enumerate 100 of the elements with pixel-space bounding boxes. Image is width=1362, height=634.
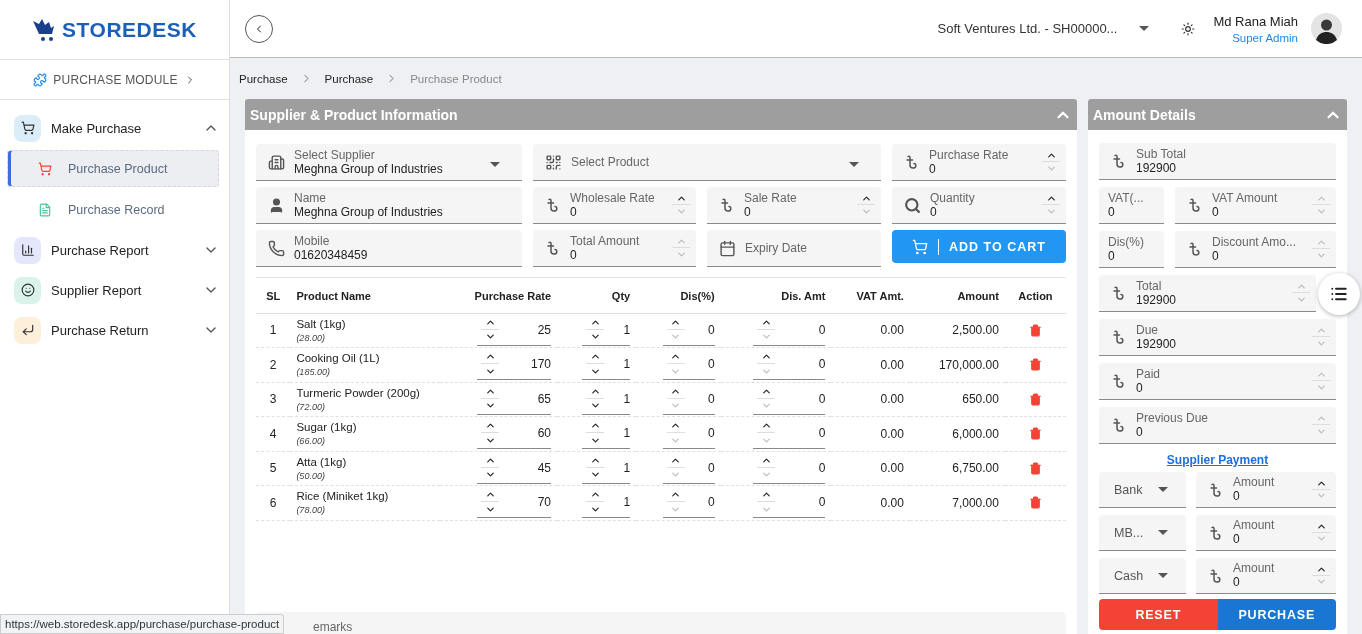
number-field[interactable]: 0 (753, 314, 826, 346)
number-field[interactable]: 25 (477, 314, 552, 346)
trash-icon[interactable] (1028, 392, 1042, 406)
product-name: Turmeric Powder (200g) (296, 386, 421, 399)
theme-toggle-icon[interactable] (1181, 21, 1196, 36)
table-cell: 6,000.00 (952, 426, 999, 441)
qr-code-icon (545, 153, 562, 171)
table-cell: 0.00 (880, 357, 904, 372)
input-field[interactable]: Amount 0 (1196, 472, 1336, 508)
panel-title: Amount Details (1093, 106, 1196, 123)
list-icon[interactable] (1330, 285, 1348, 303)
input-field[interactable]: Sale Rate 0 (707, 187, 881, 224)
select-field[interactable]: Select Product (533, 144, 881, 181)
supplier-payment-link[interactable]: Supplier Payment (1099, 453, 1336, 467)
module-switcher[interactable]: PURCHASE MODULE (0, 60, 229, 100)
product-name: Atta (1kg) (296, 455, 348, 468)
number-field[interactable]: 0 (662, 452, 715, 484)
field-label: Name (294, 191, 327, 205)
number-field[interactable]: 1 (582, 314, 631, 346)
avatar[interactable] (1311, 13, 1342, 44)
field-label: Discount Amo... (1212, 235, 1298, 249)
date-field[interactable]: Expiry Date (707, 230, 881, 267)
field-label: Due (1136, 323, 1159, 337)
cart-plus-icon (912, 238, 929, 255)
nav-item[interactable]: Purchase Return (7, 312, 219, 348)
number-field[interactable]: 0 (662, 349, 715, 381)
number-field[interactable]: 65 (477, 383, 552, 415)
reset-button[interactable]: RESET (1099, 599, 1218, 630)
payment-method-select[interactable]: Bank (1099, 472, 1186, 508)
column-header: Purchase Rate (440, 280, 558, 313)
input-field[interactable]: Wholesale Rate 0 (533, 187, 696, 224)
number-field[interactable]: 1 (582, 383, 631, 415)
taka-icon (1111, 285, 1127, 301)
number-field[interactable]: 0 (662, 314, 715, 346)
select-field[interactable]: Select Supplier Meghna Group of Industries (256, 144, 522, 181)
taka-icon (1208, 567, 1224, 584)
number-field[interactable]: 0 (753, 383, 826, 415)
back-button[interactable] (245, 14, 273, 43)
purchase-button[interactable]: PURCHASE (1217, 599, 1336, 630)
number-field[interactable]: 60 (477, 418, 552, 450)
field-label: Dis(%) (1108, 235, 1145, 249)
company-select[interactable]: Soft Ventures Ltd. - SH00000... (931, 20, 1156, 37)
trash-icon[interactable] (1028, 496, 1042, 510)
number-field[interactable]: 1 (582, 418, 631, 450)
breadcrumb-link[interactable]: Purchase (239, 72, 288, 85)
input-field[interactable]: Amount 0 (1196, 515, 1336, 551)
user-name: Md Rana Miah (1213, 13, 1298, 29)
taka-icon (1187, 241, 1203, 257)
table-cell: 6,750.00 (952, 461, 999, 476)
trash-icon[interactable] (1028, 461, 1042, 475)
trash-icon[interactable] (1028, 358, 1042, 372)
payment-method-select[interactable]: MB... (1099, 515, 1186, 551)
nav-item[interactable]: Make Purchase (7, 110, 219, 146)
nav-subitem[interactable]: Purchase Product (7, 150, 219, 187)
field-label: Amount (1233, 519, 1276, 532)
product-price: (72.00) (296, 401, 326, 412)
number-field[interactable]: 0 (662, 487, 715, 519)
input-field[interactable]: Name Meghna Group of Industries (256, 187, 522, 224)
column-header: Dis(%) (636, 280, 721, 313)
nav-item[interactable]: Purchase Report (7, 232, 219, 268)
return-arrow-icon (20, 323, 35, 337)
taka-icon (1111, 329, 1127, 345)
trash-icon[interactable] (1028, 427, 1042, 441)
nav-item[interactable]: Supplier Report (7, 272, 219, 308)
input-field[interactable]: Sub Total 192900 (1099, 143, 1336, 180)
phone-icon (268, 239, 285, 257)
column-header: Qty (557, 280, 637, 313)
field-label: Sale Rate (744, 191, 798, 205)
number-field[interactable]: 0 (753, 349, 826, 381)
number-field[interactable]: 0 (753, 487, 826, 519)
taka-icon (545, 197, 561, 213)
dropdown-caret-icon (849, 162, 859, 167)
input-field[interactable]: Quantity 0 (892, 187, 1066, 224)
number-field[interactable]: 45 (477, 452, 552, 484)
taka-icon (1111, 417, 1127, 433)
number-field[interactable]: 1 (582, 349, 631, 381)
product-price: (28.00) (296, 332, 326, 343)
payment-method-select[interactable]: Cash (1099, 558, 1186, 594)
input-field[interactable]: Amount 0 (1196, 558, 1336, 594)
product-price: (78.00) (296, 505, 326, 516)
column-header: Product Name (290, 280, 441, 313)
number-field[interactable]: 70 (477, 487, 552, 519)
number-field[interactable]: 0 (662, 383, 715, 415)
number-field[interactable]: 170 (477, 349, 552, 381)
trash-icon[interactable] (1028, 323, 1042, 337)
nav-subitem[interactable]: Purchase Record (7, 191, 219, 228)
input-field[interactable]: Dis(%) 0 (1099, 231, 1164, 268)
number-field[interactable]: 1 (582, 487, 631, 519)
table-cell: 2 (269, 357, 277, 372)
number-field[interactable]: 0 (753, 418, 826, 450)
product-price: (66.00) (296, 436, 326, 447)
input-field[interactable]: Purchase Rate 0 (892, 144, 1066, 181)
input-field[interactable]: Mobile 01620348459 (256, 230, 522, 267)
number-field[interactable]: 0 (662, 418, 715, 450)
number-field[interactable]: 1 (582, 452, 631, 484)
breadcrumb-link[interactable]: Purchase (324, 72, 374, 85)
number-field[interactable]: 0 (753, 452, 826, 484)
table-cell: 3 (269, 392, 277, 407)
input-field[interactable]: VAT(... 0 (1099, 187, 1164, 224)
taka-icon (1111, 153, 1127, 169)
